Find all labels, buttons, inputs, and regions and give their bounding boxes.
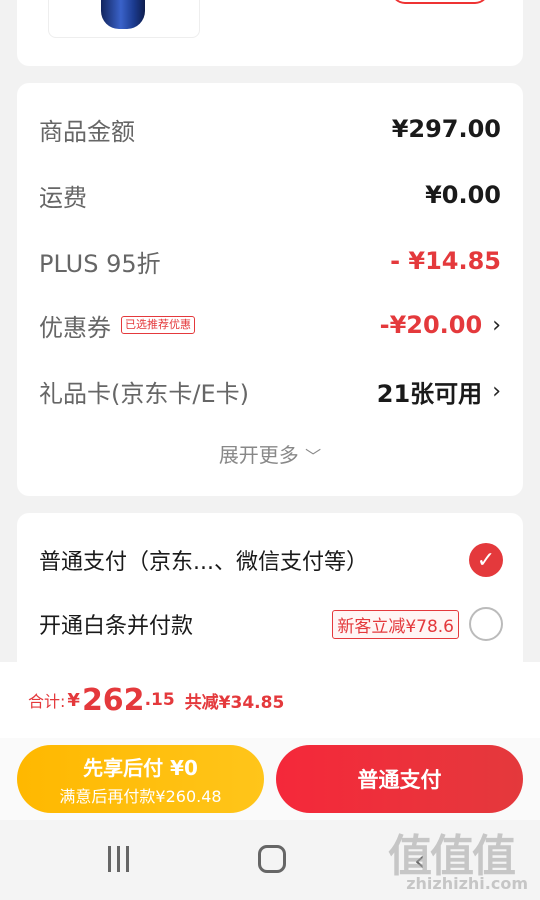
coupon-label: 优惠券 bbox=[39, 313, 111, 342]
system-nav-bar: ‹ 值值值 zhizhizhi.com bbox=[0, 820, 540, 900]
plus-discount-label: PLUS 95折 bbox=[39, 249, 161, 278]
price-breakdown-card: 商品金额 ¥297.00 运费 ¥0.00 PLUS 95折 - ¥14.85 … bbox=[17, 83, 523, 496]
chevron-down-icon: ﹀ bbox=[305, 447, 322, 466]
payment-normal-label: 普通支付（京东...、微信支付等） bbox=[39, 550, 368, 575]
product-tag bbox=[391, 0, 489, 4]
shipping-row: 运费 ¥0.00 bbox=[39, 175, 501, 215]
plus-discount-value: - ¥14.85 bbox=[390, 247, 501, 275]
coupon-value: -¥20.00 bbox=[379, 311, 483, 339]
expand-more-label: 展开更多 bbox=[218, 443, 299, 467]
giftcard-value: 21张可用 bbox=[376, 379, 483, 408]
action-bar: 先享后付 ¥0 满意后再付款¥260.48 普通支付 bbox=[0, 738, 540, 820]
shipping-label: 运费 bbox=[39, 183, 87, 212]
pay-later-button[interactable]: 先享后付 ¥0 满意后再付款¥260.48 bbox=[17, 745, 264, 813]
shipping-value: ¥0.00 bbox=[425, 181, 501, 209]
total-label: 合计: bbox=[28, 692, 66, 711]
payment-baitiao-label: 开通白条并付款 bbox=[39, 614, 194, 639]
pay-now-button[interactable]: 普通支付 bbox=[276, 745, 523, 813]
chevron-right-icon[interactable]: › bbox=[492, 313, 501, 338]
coupon-row[interactable]: 优惠券 已选推荐优惠 -¥20.00 › bbox=[39, 305, 501, 345]
total-bar: 合计: ¥ 262 .15 共减¥34.85 bbox=[0, 662, 540, 738]
new-customer-promo-badge: 新客立减¥78.6 bbox=[332, 609, 459, 639]
home-icon[interactable] bbox=[258, 845, 286, 873]
checkmark-icon[interactable]: ✓ bbox=[469, 543, 503, 577]
watermark-url: zhizhizhi.com bbox=[406, 874, 528, 893]
pay-later-main-label: 先享后付 ¥0 bbox=[83, 755, 198, 780]
payment-method-card: 普通支付（京东...、微信支付等） ✓ 开通白条并付款 新客立减¥78.6 bbox=[17, 513, 523, 683]
total-saved: 共减¥34.85 bbox=[184, 692, 285, 713]
giftcard-row[interactable]: 礼品卡(京东卡/E卡) 21张可用 › bbox=[39, 371, 501, 411]
product-card bbox=[17, 0, 523, 66]
recent-apps-icon[interactable] bbox=[108, 846, 129, 872]
chevron-right-icon[interactable]: › bbox=[492, 379, 501, 404]
total-decimal: .15 bbox=[144, 690, 175, 710]
total-integer: 262 bbox=[81, 682, 145, 718]
watermark: 值值值 zhizhizhi.com bbox=[388, 820, 528, 900]
payment-option-normal[interactable]: 普通支付（京东...、微信支付等） ✓ bbox=[39, 538, 503, 582]
product-thumbnail[interactable] bbox=[48, 0, 200, 38]
pay-now-label: 普通支付 bbox=[357, 768, 442, 792]
goods-amount-value: ¥297.00 bbox=[391, 115, 501, 143]
payment-option-baitiao[interactable]: 开通白条并付款 新客立减¥78.6 bbox=[39, 602, 503, 646]
goods-amount-label: 商品金额 bbox=[39, 117, 135, 146]
product-image bbox=[101, 0, 145, 29]
expand-more-button[interactable]: 展开更多 ﹀ bbox=[17, 439, 523, 468]
pay-later-sub-label: 满意后再付款¥260.48 bbox=[59, 786, 222, 806]
goods-amount-row: 商品金额 ¥297.00 bbox=[39, 109, 501, 149]
baitiao-radio[interactable] bbox=[469, 607, 503, 641]
total-currency: ¥ bbox=[67, 689, 80, 711]
coupon-recommended-tag: 已选推荐优惠 bbox=[121, 316, 195, 334]
plus-discount-row: PLUS 95折 - ¥14.85 bbox=[39, 241, 501, 281]
giftcard-label: 礼品卡(京东卡/E卡) bbox=[39, 379, 249, 408]
